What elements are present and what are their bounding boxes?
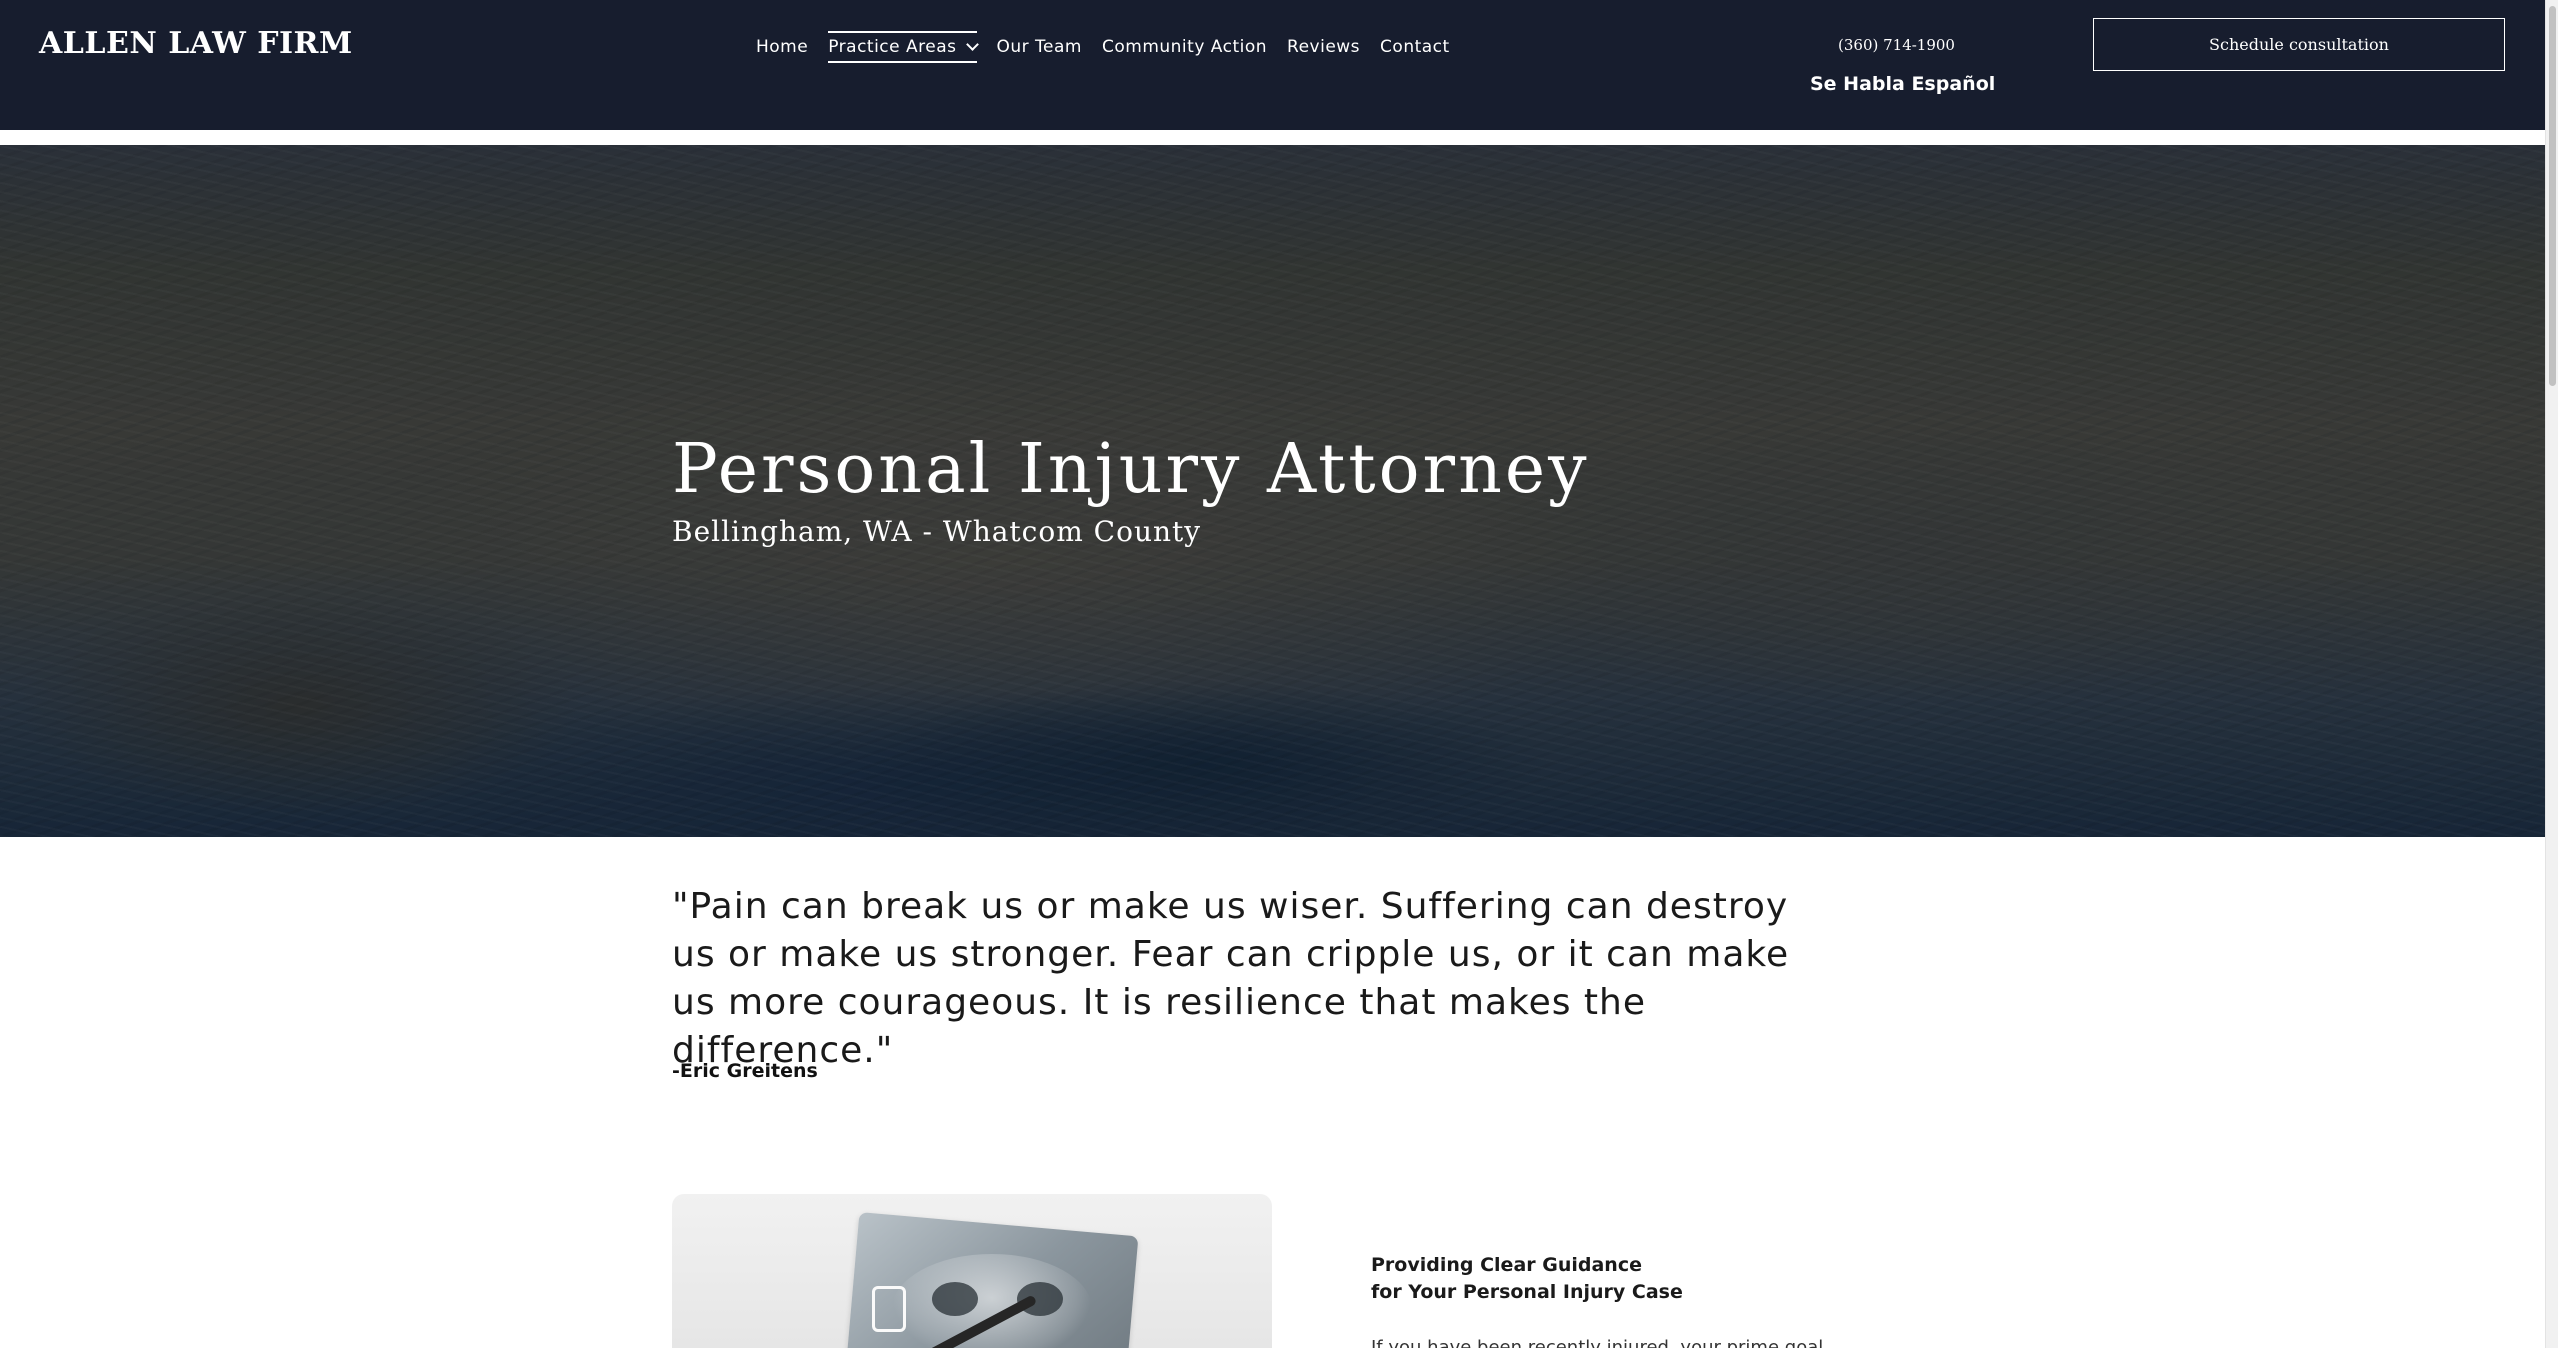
guidance-heading-line2: for Your Personal Injury Case (1371, 1281, 1683, 1303)
nav-community-action[interactable]: Community Action (1102, 31, 1267, 63)
phone-link[interactable]: (360) 714-1900 (1838, 36, 1955, 54)
schedule-consultation-button[interactable]: Schedule consultation (2093, 18, 2505, 71)
guidance-heading: Providing Clear Guidance for Your Person… (1371, 1252, 1683, 1306)
hero-title: Personal Injury Attorney (672, 430, 1590, 509)
chevron-down-icon (965, 38, 979, 51)
site-header: ALLEN LAW FIRM Home Practice Areas Our T… (0, 0, 2545, 130)
guidance-heading-line1: Providing Clear Guidance (1371, 1254, 1642, 1276)
quote-author: -Eric Greitens (672, 1060, 818, 1082)
page: ALLEN LAW FIRM Home Practice Areas Our T… (0, 0, 2545, 1348)
nav-reviews[interactable]: Reviews (1287, 31, 1360, 63)
page-scrollbar[interactable] (2545, 0, 2558, 1348)
main-nav: Home Practice Areas Our Team Community A… (756, 28, 1470, 66)
scrollbar-thumb[interactable] (2549, 6, 2556, 386)
xray-clip (872, 1286, 906, 1332)
nav-practice-areas-label: Practice Areas (828, 37, 957, 57)
nav-home[interactable]: Home (756, 31, 808, 63)
hero-subtitle: Bellingham, WA - Whatcom County (672, 515, 1202, 548)
quote-text: "Pain can break us or make us wiser. Suf… (672, 886, 1790, 1071)
nav-contact[interactable]: Contact (1380, 31, 1450, 63)
xray-photo (672, 1194, 1272, 1348)
hero-banner: Personal Injury Attorney Bellingham, WA … (0, 145, 2545, 837)
spanish-spoken-note: Se Habla Español (1810, 73, 1996, 95)
xray-eye-socket-left (932, 1282, 978, 1316)
nav-our-team[interactable]: Our Team (997, 31, 1082, 63)
nav-practice-areas[interactable]: Practice Areas (828, 31, 979, 63)
guidance-paragraph: If you have been recently injured, your … (1371, 1337, 1824, 1348)
site-logo[interactable]: ALLEN LAW FIRM (39, 26, 353, 61)
